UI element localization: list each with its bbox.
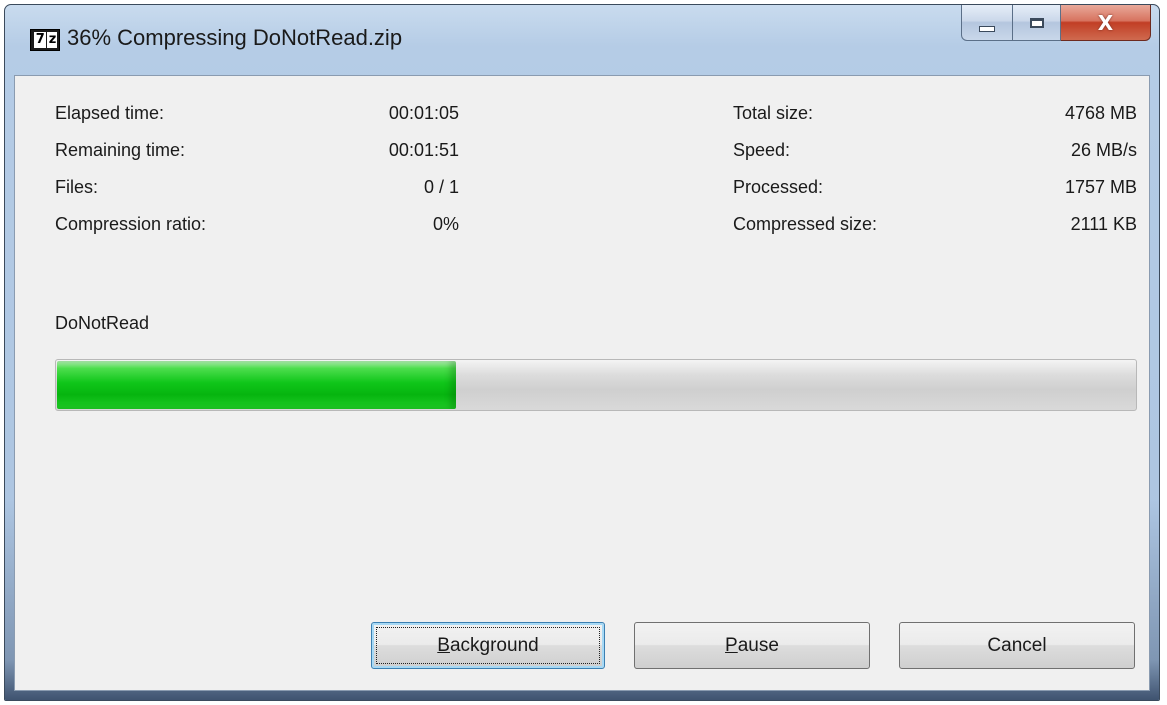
pause-button[interactable]: Pause xyxy=(634,622,870,669)
background-label: ackground xyxy=(449,634,539,656)
close-icon: X xyxy=(1097,10,1114,35)
remaining-time-value: 00:01:51 xyxy=(388,140,459,160)
compression-ratio-label: Compression ratio: xyxy=(55,214,207,234)
total-size-label: Total size: xyxy=(733,103,814,123)
current-file-name: DoNotRead xyxy=(55,313,150,333)
7z-app-icon: 7z xyxy=(30,29,60,51)
background-button[interactable]: Background xyxy=(371,622,605,669)
compress-progress-window: 7z 36% Compressing DoNotRead.zip X Elaps… xyxy=(4,4,1160,701)
files-value: 0 / 1 xyxy=(423,177,459,197)
icon-z-glyph: z xyxy=(46,32,58,48)
icon-7-glyph: 7 xyxy=(33,32,46,48)
minimize-button[interactable] xyxy=(961,5,1013,41)
elapsed-time-value: 00:01:05 xyxy=(388,103,459,123)
caption-buttons: X xyxy=(961,5,1151,41)
background-mnemonic: B xyxy=(437,634,450,656)
minimize-icon xyxy=(979,25,995,32)
compression-ratio-value: 0% xyxy=(432,214,459,234)
cancel-button[interactable]: Cancel xyxy=(899,622,1135,669)
total-size-value: 4768 MB xyxy=(1064,103,1137,123)
window-title: 36% Compressing DoNotRead.zip xyxy=(67,25,403,50)
compressed-size-value: 2111 KB xyxy=(1070,214,1137,234)
processed-label: Processed: xyxy=(733,177,824,197)
pause-label: ause xyxy=(737,634,779,656)
close-button[interactable]: X xyxy=(1061,5,1151,41)
files-label: Files: xyxy=(55,177,99,197)
processed-value: 1757 MB xyxy=(1064,177,1137,197)
progress-bar xyxy=(55,359,1137,411)
elapsed-time-label: Elapsed time: xyxy=(55,103,165,123)
dialog-client-area: Elapsed time: 00:01:05 Remaining time: 0… xyxy=(14,75,1150,691)
compressed-size-label: Compressed size: xyxy=(733,214,878,234)
title-bar[interactable]: 7z 36% Compressing DoNotRead.zip X xyxy=(5,5,1159,75)
pause-mnemonic: P xyxy=(725,634,738,656)
progress-bar-fill xyxy=(57,361,456,409)
speed-label: Speed: xyxy=(733,140,791,160)
remaining-time-label: Remaining time: xyxy=(55,140,186,160)
speed-value: 26 MB/s xyxy=(1070,140,1137,160)
maximize-icon xyxy=(1029,17,1044,28)
maximize-button[interactable] xyxy=(1013,5,1061,41)
